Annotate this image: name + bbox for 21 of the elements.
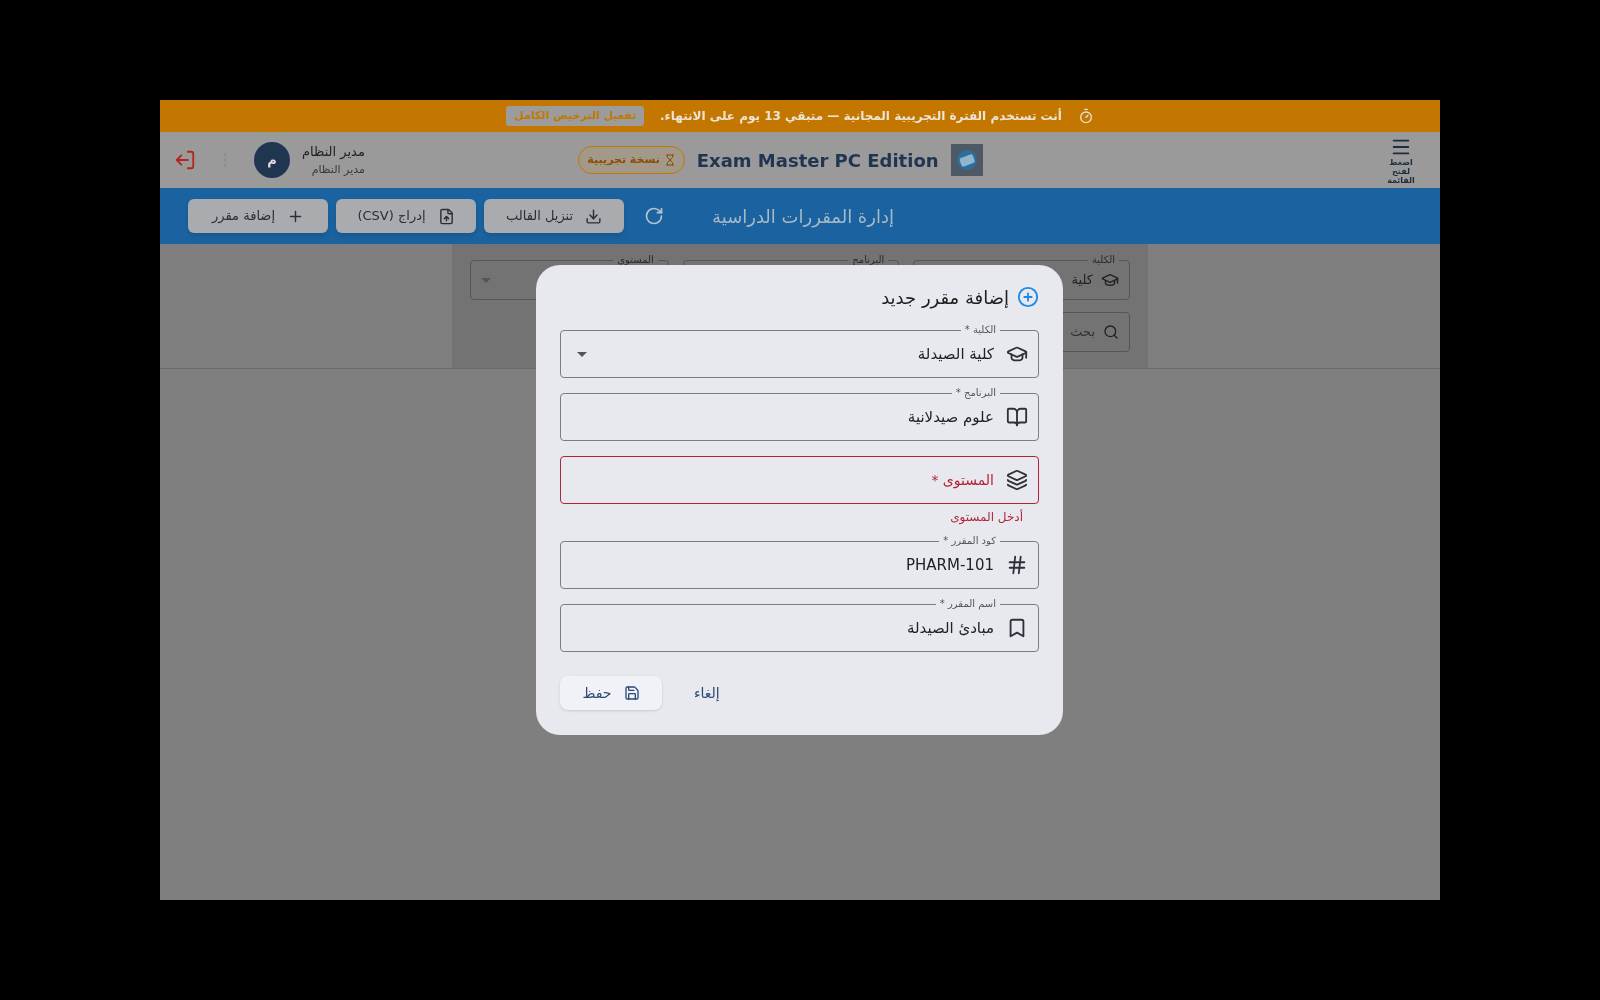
field-label: الكلية * [960,323,1000,337]
trial-message: أنت تستخدم الفترة التجريبية المجانية — متبقي 13 يوم على الانتهاء. [660,107,1062,125]
trial-badge: نسخة تجريبية [578,146,685,174]
filter-value: كلية [1071,271,1093,290]
field-value: مبادئ الصيدلة [906,617,994,639]
field-label: البرنامج * [951,386,1000,400]
user-name: مدير النظام [302,143,365,161]
dialog-title: إضافة مقرر جديد [881,285,1009,311]
field-placeholder: المستوى * [931,470,994,491]
user-role: مدير النظام [310,161,365,178]
field-label: كود المقرر * [939,534,1000,548]
search-placeholder: بحث [1070,323,1095,342]
field-value: PHARM-101 [906,554,994,576]
app-title: Exam Master PC Edition [696,148,939,173]
field-label: اسم المقرر * [935,597,1000,611]
page-title: إدارة المقررات الدراسية [712,204,894,230]
error-message: أدخل المستوى [949,508,1023,526]
field-value: علوم صيدلانية [907,406,994,428]
menu-label: اضغط لفتح القائمة [1386,157,1416,185]
field-value: كلية الصيدلة [917,343,994,365]
filter-label: الكلية [1087,253,1119,267]
